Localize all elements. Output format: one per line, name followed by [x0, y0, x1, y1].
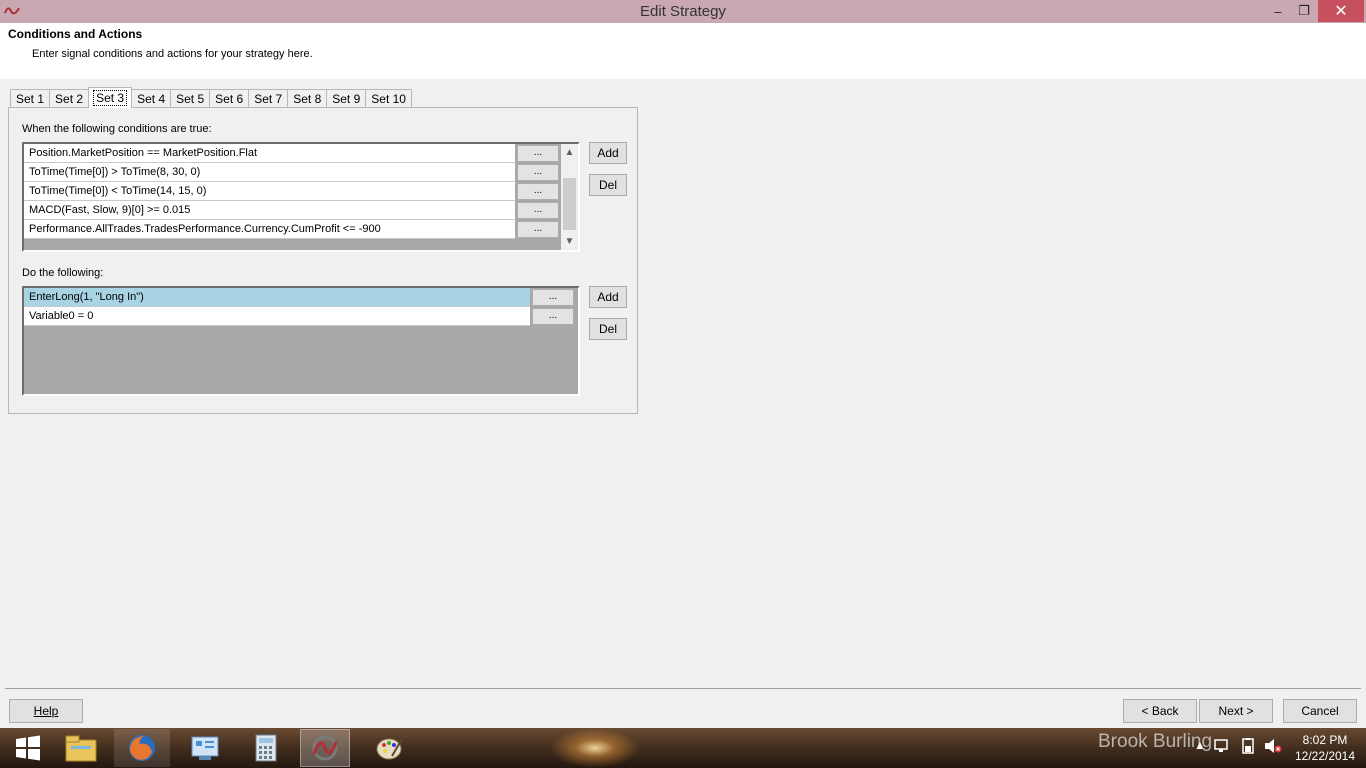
tab-set-1[interactable]: Set 1 [10, 89, 51, 108]
condition-row[interactable]: Position.MarketPosition == MarketPositio… [24, 144, 515, 163]
edit-condition-button[interactable]: ... [517, 164, 559, 181]
wallpaper-sun [550, 728, 640, 768]
control-panel-icon [191, 736, 219, 760]
edit-condition-button[interactable]: ... [517, 145, 559, 162]
calculator-icon [255, 734, 277, 762]
title-bar: Edit Strategy – ❐ ✕ [0, 0, 1366, 23]
tab-label: Set 3 [93, 90, 128, 106]
action-row[interactable]: EnterLong(1, "Long In") [24, 288, 530, 307]
tab-label: Set 5 [176, 92, 205, 106]
back-button[interactable]: < Back [1123, 699, 1197, 723]
taskbar-file-explorer[interactable] [53, 729, 109, 767]
edit-condition-button[interactable]: ... [517, 202, 559, 219]
condition-row[interactable]: Performance.AllTrades.TradesPerformance.… [24, 220, 515, 239]
tab-label: Set 9 [332, 92, 361, 106]
paint-icon [376, 738, 403, 760]
tab-label: Set 8 [293, 92, 322, 106]
tab-label: Set 10 [371, 92, 406, 106]
taskbar-calculator[interactable] [238, 729, 294, 767]
add-action-button[interactable]: Add [589, 286, 627, 308]
set-tabs: Set 1 Set 2 Set 3 Set 4 Set 5 Set 6 Set … [10, 87, 412, 108]
file-explorer-icon [65, 735, 97, 762]
firefox-icon [129, 735, 155, 761]
ninjatrader-icon [312, 735, 338, 761]
tab-set-3[interactable]: Set 3 [88, 87, 133, 108]
taskbar-control-panel[interactable] [177, 729, 233, 767]
tab-set-4[interactable]: Set 4 [131, 89, 172, 108]
help-button[interactable]: Help [9, 699, 83, 723]
tab-set-5[interactable]: Set 5 [170, 89, 211, 108]
conditions-scrollbar[interactable]: ▲ ▼ [561, 144, 578, 250]
taskbar-ninjatrader[interactable] [300, 729, 350, 767]
footer-divider [5, 688, 1361, 689]
scroll-up-icon[interactable]: ▲ [561, 144, 578, 161]
page-subtitle: Enter signal conditions and actions for … [32, 48, 313, 60]
maximize-button[interactable]: ❐ [1292, 0, 1316, 22]
delete-condition-button[interactable]: Del [589, 174, 627, 196]
condition-row[interactable]: ToTime(Time[0]) < ToTime(14, 15, 0) [24, 182, 515, 201]
edit-action-button[interactable]: ... [532, 308, 574, 325]
condition-row[interactable]: MACD(Fast, Slow, 9)[0] >= 0.015 [24, 201, 515, 220]
show-hidden-icons-icon[interactable]: ▲ [1194, 738, 1206, 752]
conditions-grid: Position.MarketPosition == MarketPositio… [22, 142, 580, 252]
edit-action-button[interactable]: ... [532, 289, 574, 306]
tab-label: Set 2 [55, 92, 84, 106]
conditions-label: When the following conditions are true: [22, 123, 212, 135]
edit-condition-button[interactable]: ... [517, 183, 559, 200]
tab-panel: When the following conditions are true: … [8, 107, 638, 414]
next-button[interactable]: Next > [1199, 699, 1273, 723]
minimize-button[interactable]: – [1266, 0, 1290, 22]
clock-time: 8:02 PM [1302, 733, 1348, 747]
taskbar-paint[interactable] [362, 729, 418, 767]
action-row[interactable]: Variable0 = 0 [24, 307, 530, 326]
window-title: Edit Strategy [640, 3, 726, 20]
clock-date: 12/22/2014 [1294, 749, 1356, 763]
close-button[interactable]: ✕ [1318, 0, 1364, 22]
tab-set-9[interactable]: Set 9 [326, 89, 367, 108]
tab-set-6[interactable]: Set 6 [209, 89, 250, 108]
tab-set-10[interactable]: Set 10 [365, 89, 412, 108]
network-icon[interactable] [1214, 738, 1232, 754]
tab-label: Set 1 [16, 92, 45, 106]
delete-action-button[interactable]: Del [589, 318, 627, 340]
taskbar-clock[interactable]: 8:02 PM 12/22/2014 [1290, 732, 1360, 764]
actions-label: Do the following: [22, 267, 104, 279]
add-condition-button[interactable]: Add [589, 142, 627, 164]
tab-set-2[interactable]: Set 2 [49, 89, 90, 108]
tab-label: Set 6 [215, 92, 244, 106]
taskbar-firefox[interactable] [114, 729, 170, 767]
tab-label: Set 4 [137, 92, 166, 106]
taskbar: Brook Burling ▲ 8:02 PM 12/22/2014 [0, 728, 1366, 768]
volume-muted-icon[interactable] [1264, 738, 1282, 754]
page-title: Conditions and Actions [8, 27, 143, 41]
start-button[interactable] [0, 729, 56, 767]
condition-row[interactable]: ToTime(Time[0]) > ToTime(8, 30, 0) [24, 163, 515, 182]
cancel-button[interactable]: Cancel [1283, 699, 1357, 723]
scroll-thumb[interactable] [563, 178, 576, 230]
tab-label: Set 7 [254, 92, 283, 106]
actions-grid: EnterLong(1, "Long In") ... Variable0 = … [22, 286, 580, 396]
start-icon [16, 735, 40, 761]
battery-icon[interactable] [1240, 738, 1256, 754]
tab-set-7[interactable]: Set 7 [248, 89, 289, 108]
help-label: Help [33, 704, 59, 718]
tab-set-8[interactable]: Set 8 [287, 89, 328, 108]
scroll-down-icon[interactable]: ▼ [561, 233, 578, 250]
page-header: Conditions and Actions Enter signal cond… [0, 23, 1366, 79]
edit-condition-button[interactable]: ... [517, 221, 559, 238]
